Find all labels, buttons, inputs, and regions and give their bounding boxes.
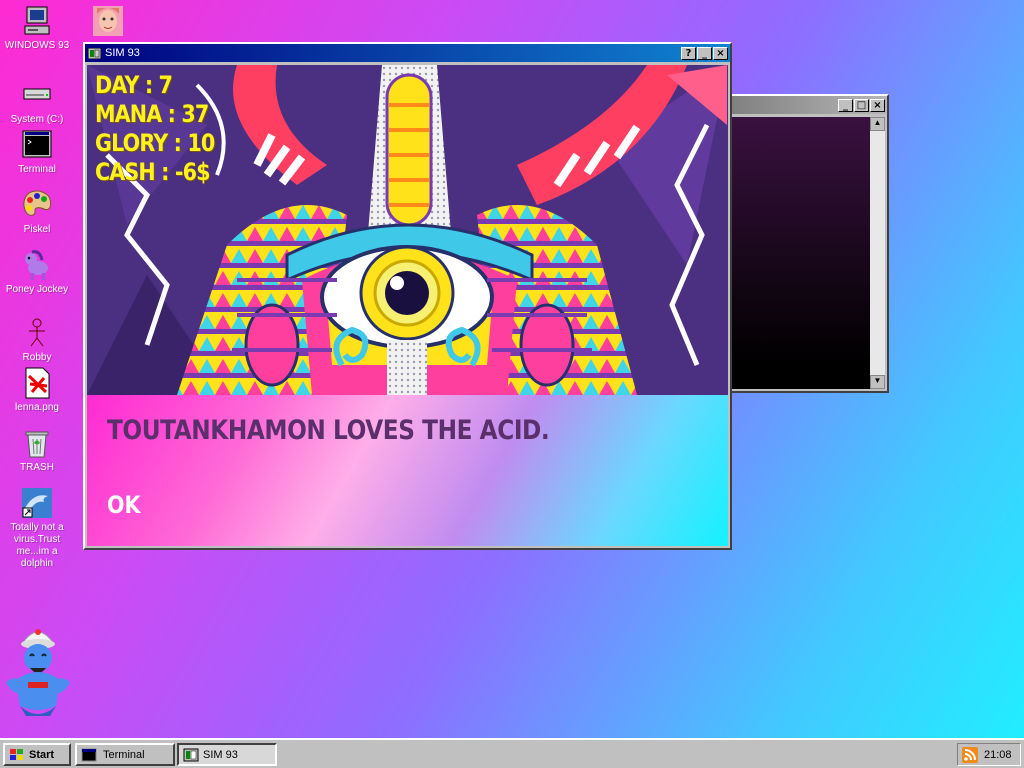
desktop-icon-terminal[interactable]: Terminal: [1, 128, 73, 176]
desktop-icon-label: TRASH: [20, 462, 54, 473]
player-stats: DAY : 7 MANA : 37 GLORY : 10 CASH : -6$: [95, 71, 215, 187]
stat-glory: GLORY : 10: [95, 129, 215, 157]
stat-mana: MANA : 37: [95, 100, 209, 128]
desktop-icon-system[interactable]: System (C:): [1, 78, 73, 126]
desktop-icon-dolphin[interactable]: Totally not a virus.Trust me...im a dolp…: [1, 486, 73, 570]
minimize-button[interactable]: _: [697, 46, 712, 60]
taskbar-task-label: SIM 93: [203, 748, 238, 761]
desktop-icon-lenna[interactable]: lenna.png: [1, 366, 73, 414]
terminal-output[interactable]: [732, 117, 870, 389]
sim93-titlebar[interactable]: SIM 93 ? _ ×: [85, 44, 730, 62]
taskbar-task-terminal[interactable]: Terminal: [75, 743, 175, 766]
maximize-icon: □: [856, 99, 867, 111]
terminal-icon: [22, 130, 52, 158]
sim93-app-icon: [88, 47, 101, 59]
maximize-button[interactable]: □: [854, 98, 869, 112]
background-window[interactable]: _ □ × ▲ ▼: [728, 94, 889, 393]
clock[interactable]: 21:08: [984, 749, 1012, 761]
taskbar-task-sim93[interactable]: SIM 93: [177, 743, 277, 766]
minimize-button[interactable]: _: [838, 98, 853, 112]
desktop-icon-label: Poney Jockey: [5, 284, 69, 295]
game-artwork: DAY : 7 MANA : 37 GLORY : 10 CASH : -6$: [87, 65, 728, 395]
minimize-icon: _: [702, 47, 707, 59]
image-file-icon: [25, 367, 50, 399]
close-icon: ×: [873, 99, 882, 111]
minimize-icon: _: [843, 99, 848, 111]
trash-icon: [25, 431, 49, 458]
scroll-down-icon[interactable]: ▼: [870, 375, 885, 389]
desktop-icon-poney-jockey[interactable]: Poney Jockey: [1, 248, 73, 296]
taskbar: Start Terminal SIM 93 21:08: [0, 738, 1024, 768]
window-title: SIM 93: [105, 47, 140, 59]
close-icon: ×: [716, 47, 725, 59]
pony-icon: [25, 250, 48, 280]
desktop-icon-label: Totally not a virus.Trust me...im a dolp…: [10, 522, 64, 569]
rss-feed-icon[interactable]: [962, 746, 978, 763]
desktop-icon-label: WINDOWS 93: [4, 40, 70, 51]
windows-logo-icon: [10, 748, 23, 760]
desktop-icon-robby[interactable]: Robby: [1, 316, 73, 364]
desktop-icon-piskel[interactable]: Piskel: [1, 188, 73, 236]
close-button[interactable]: ×: [870, 98, 885, 112]
sim93-window[interactable]: SIM 93 ? _ × DAY: 7 MANA: 37 GLORY: 1…: [83, 42, 732, 550]
stat-day: DAY : 7: [95, 71, 173, 99]
help-button[interactable]: ?: [681, 46, 696, 60]
desktop-icon-windows93[interactable]: WINDOWS 93: [1, 4, 73, 52]
genie-icon: [6, 629, 70, 716]
scroll-up-icon[interactable]: ▲: [870, 117, 885, 131]
help-icon: ?: [685, 47, 692, 59]
face-photo-icon: [93, 6, 123, 36]
palette-icon: [23, 190, 52, 216]
desktop-icon-trash[interactable]: TRASH: [1, 426, 73, 474]
stick-figure-icon: [29, 318, 45, 347]
dolphin-icon: [22, 488, 52, 518]
system-tray: 21:08: [957, 743, 1021, 766]
message-panel: TOUTANKHAMON LOVES THE ACID. OK: [87, 395, 728, 546]
desktop-icon-label: Piskel: [23, 224, 51, 235]
desktop-icon-label: Robby: [22, 352, 52, 363]
desktop-icon-label: Terminal: [18, 164, 56, 175]
start-label: Start: [29, 748, 55, 761]
drive-icon: [23, 88, 51, 100]
event-message: TOUTANKHAMON LOVES THE ACID.: [107, 415, 550, 446]
taskbar-task-label: Terminal: [103, 748, 145, 761]
desktop-icon-label: System (C:): [10, 114, 64, 125]
vertical-scrollbar[interactable]: ▲ ▼: [870, 117, 885, 389]
ok-button[interactable]: OK: [107, 491, 141, 519]
desktop-icon-photo[interactable]: [72, 4, 144, 40]
sim93-app-icon: [183, 748, 199, 761]
computer-icon: [24, 6, 50, 35]
terminal-icon: [81, 748, 97, 761]
background-window-titlebar[interactable]: _ □ ×: [730, 96, 887, 114]
desktop-genie-assistant[interactable]: [0, 618, 76, 721]
close-button[interactable]: ×: [713, 46, 728, 60]
desktop-icon-label: lenna.png: [15, 402, 59, 413]
stat-cash: CASH : -6$: [95, 158, 210, 186]
start-button[interactable]: Start: [3, 743, 71, 766]
